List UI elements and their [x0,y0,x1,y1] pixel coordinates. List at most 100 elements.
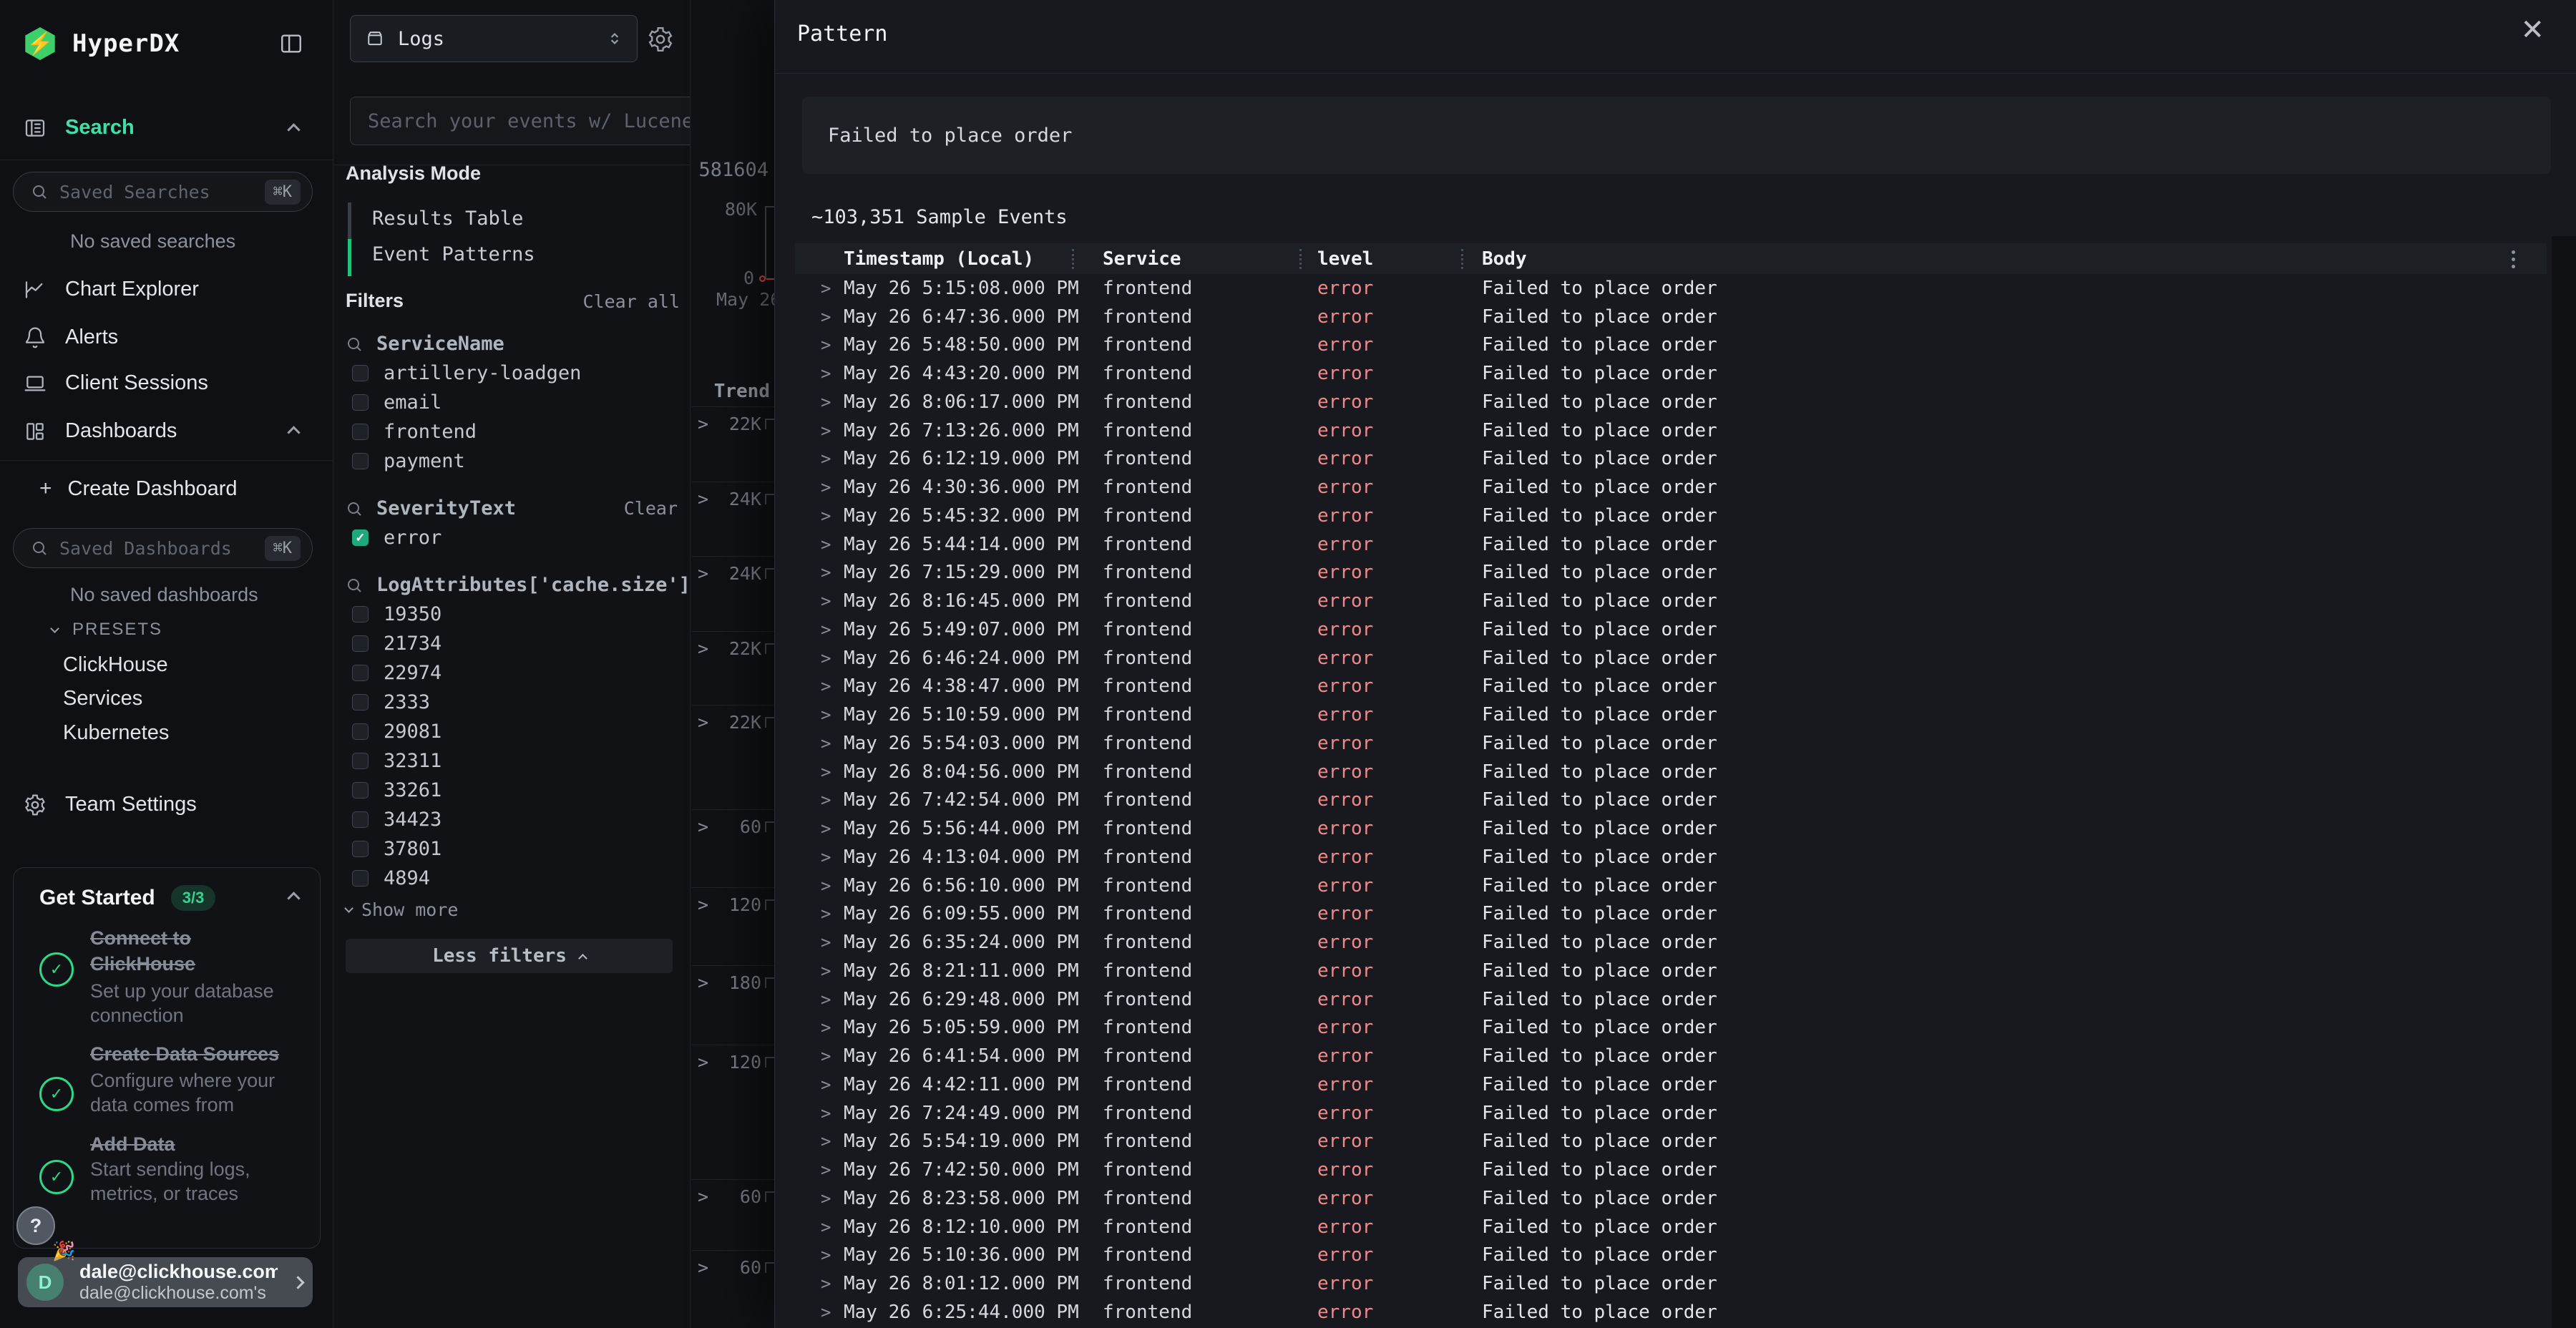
event-row[interactable]: >May 26 5:05:59.000 PMfrontenderrorFaile… [821,1014,2547,1043]
preset-kubernetes[interactable]: Kubernetes [63,721,169,745]
mode-results-table[interactable]: Results Table [372,208,523,230]
event-row[interactable]: >May 26 5:48:50.000 PMfrontenderrorFaile… [821,331,2547,360]
gs-item-title[interactable]: Add Data [90,1131,326,1157]
sidebar-collapse-icon[interactable] [278,31,304,59]
scrollbar[interactable] [2552,236,2576,1328]
event-row[interactable]: >May 26 8:04:56.000 PMfrontenderrorFaile… [821,758,2547,786]
row-expand-icon[interactable]: > [821,819,844,839]
help-button[interactable]: ? [16,1206,55,1245]
checkbox[interactable]: ✓ [352,529,369,546]
row-expand-icon[interactable]: > [698,712,708,733]
row-expand-icon[interactable]: > [821,307,844,327]
filter-option[interactable]: 29081 [346,717,682,746]
checkbox[interactable] [352,782,369,799]
row-expand-icon[interactable]: > [821,1017,844,1038]
row-expand-icon[interactable]: > [821,591,844,611]
row-expand-icon[interactable]: > [821,876,844,896]
saved-searches-input[interactable] [59,182,253,202]
filter-option[interactable]: 37801 [346,834,682,864]
row-expand-icon[interactable]: > [698,1186,708,1207]
event-row[interactable]: >May 26 5:54:19.000 PMfrontenderrorFaile… [821,1128,2547,1156]
event-row[interactable]: >May 26 6:09:55.000 PMfrontenderrorFaile… [821,900,2547,929]
sidebar-item-alerts[interactable]: Alerts [24,326,118,349]
event-row[interactable]: >May 26 4:38:47.000 PMfrontenderrorFaile… [821,673,2547,701]
row-expand-icon[interactable]: > [698,1257,708,1278]
saved-dashboards-search[interactable]: ⌘K [13,528,313,568]
row-expand-icon[interactable]: > [698,816,708,837]
filter-option[interactable]: 21734 [346,629,682,658]
row-expand-icon[interactable]: > [821,363,844,384]
sidebar-item-dashboards[interactable]: Dashboards [24,419,177,443]
row-expand-icon[interactable]: > [698,1052,708,1073]
row-expand-icon[interactable]: > [821,1245,844,1265]
event-row[interactable]: >May 26 8:12:10.000 PMfrontenderrorFaile… [821,1213,2547,1241]
event-row[interactable]: >May 26 6:29:48.000 PMfrontenderrorFaile… [821,985,2547,1014]
event-row[interactable]: >May 26 6:12:19.000 PMfrontenderrorFaile… [821,445,2547,474]
sidebar-item-chart-explorer[interactable]: Chart Explorer [24,278,199,301]
search-icon[interactable] [346,500,363,517]
gs-item-title[interactable]: Connect to ClickHouse [90,925,255,977]
event-row[interactable]: >May 26 5:49:07.000 PMfrontenderrorFaile… [821,615,2547,644]
event-row[interactable]: >May 26 8:06:17.000 PMfrontenderrorFaile… [821,388,2547,416]
row-expand-icon[interactable]: > [821,335,844,355]
close-icon[interactable]: ✕ [2520,16,2545,44]
row-expand-icon[interactable]: > [821,904,844,924]
filter-option[interactable]: 33261 [346,776,682,805]
event-row[interactable]: >May 26 6:41:54.000 PMfrontenderrorFaile… [821,1042,2547,1070]
event-row[interactable]: >May 26 6:35:24.000 PMfrontenderrorFaile… [821,928,2547,957]
event-row[interactable]: >May 26 6:25:44.000 PMfrontenderrorFaile… [821,1298,2547,1327]
sidebar-item-search[interactable]: Search [24,116,135,140]
row-expand-icon[interactable]: > [821,421,844,441]
event-row[interactable]: >May 26 8:01:12.000 PMfrontenderrorFaile… [821,1269,2547,1298]
dashboards-section-collapse-icon[interactable] [287,426,300,439]
checkbox[interactable] [352,606,369,622]
event-row[interactable]: >May 26 5:45:32.000 PMfrontenderrorFaile… [821,502,2547,530]
event-row[interactable]: >May 26 7:13:26.000 PMfrontenderrorFaile… [821,416,2547,445]
sidebar-item-team-settings[interactable]: Team Settings [24,793,197,816]
row-expand-icon[interactable]: > [698,563,708,584]
table-options-icon[interactable] [2504,249,2522,269]
event-row[interactable]: >May 26 8:21:11.000 PMfrontenderrorFaile… [821,957,2547,985]
pattern-row-peek[interactable]: >60 [692,809,774,837]
row-expand-icon[interactable]: > [698,894,708,915]
saved-dashboards-input[interactable] [59,538,253,559]
row-expand-icon[interactable]: > [821,1188,844,1209]
saved-searches-search[interactable]: ⌘K [13,172,313,212]
row-expand-icon[interactable]: > [821,1160,844,1180]
event-row[interactable]: >May 26 6:46:24.000 PMfrontenderrorFaile… [821,644,2547,673]
filter-option[interactable]: email [346,388,682,417]
checkbox[interactable] [352,753,369,769]
event-row[interactable]: >May 26 7:15:29.000 PMfrontenderrorFaile… [821,559,2547,587]
row-expand-icon[interactable]: > [821,449,844,469]
event-row[interactable]: >May 26 7:24:49.000 PMfrontenderrorFaile… [821,1099,2547,1128]
event-row[interactable]: >May 26 4:42:11.000 PMfrontenderrorFaile… [821,1070,2547,1099]
filter-option[interactable]: 2333 [346,688,682,717]
column-resize-handle[interactable] [1299,249,1302,269]
row-expand-icon[interactable]: > [821,1131,844,1151]
pattern-row-peek[interactable]: >120 [692,887,774,915]
filter-option[interactable]: frontend [346,417,682,446]
source-settings-button[interactable] [647,26,674,53]
source-select[interactable]: Logs [350,15,638,62]
row-expand-icon[interactable]: > [821,1103,844,1123]
preset-services[interactable]: Services [63,687,142,711]
get-started-header[interactable]: Get Started 3/3 [39,885,298,911]
pattern-row-peek[interactable]: >60 [692,1179,774,1207]
checkbox[interactable] [352,424,369,440]
pattern-row-peek[interactable]: >22K [692,631,774,659]
row-expand-icon[interactable]: > [821,506,844,526]
row-expand-icon[interactable]: > [821,932,844,952]
create-dashboard-button[interactable]: + Create Dashboard [39,477,238,501]
event-row[interactable]: >May 26 5:54:03.000 PMfrontenderrorFaile… [821,729,2547,758]
row-expand-icon[interactable]: > [821,648,844,668]
row-expand-icon[interactable]: > [821,1302,844,1322]
row-expand-icon[interactable]: > [698,972,708,993]
presets-toggle[interactable]: PRESETS [52,620,162,640]
event-row[interactable]: >May 26 4:30:36.000 PMfrontenderrorFaile… [821,473,2547,502]
pattern-row-peek[interactable]: >120 [692,1045,774,1073]
row-expand-icon[interactable]: > [821,961,844,981]
filter-group-clear-button[interactable]: Clear [624,498,678,519]
filter-option[interactable]: artillery-loadgen [346,358,682,388]
row-expand-icon[interactable]: > [698,638,708,659]
event-row[interactable]: >May 26 6:47:36.000 PMfrontenderrorFaile… [821,303,2547,331]
